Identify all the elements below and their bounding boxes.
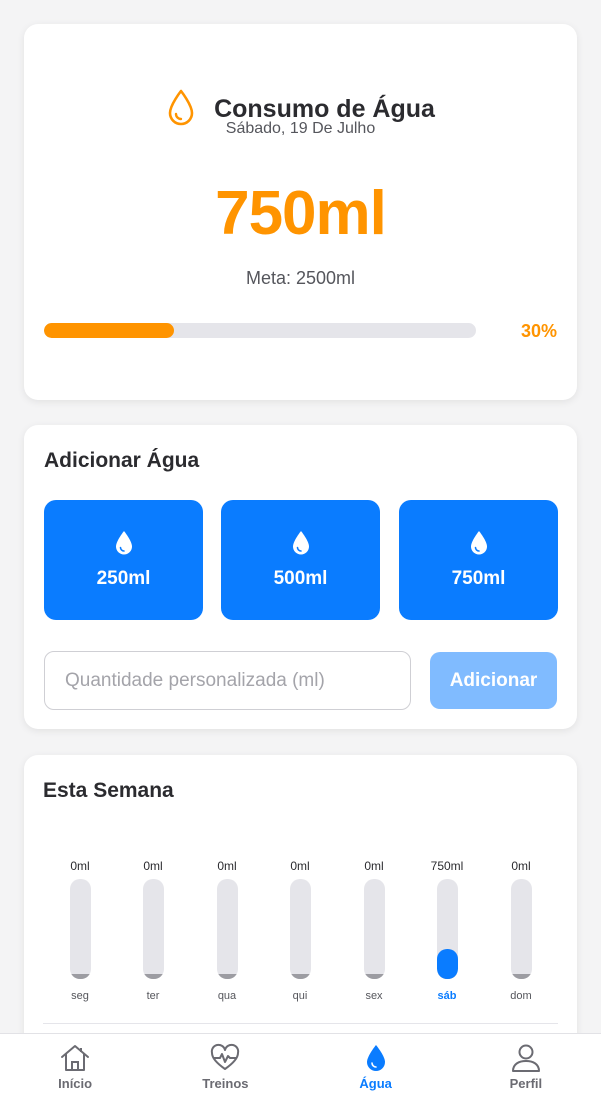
add-button[interactable]: Adicionar — [430, 652, 557, 709]
nav-item-treinos[interactable]: Treinos — [150, 1034, 300, 1093]
nav-item-agua[interactable]: Água — [301, 1034, 451, 1093]
day-value: 0ml — [511, 859, 531, 873]
water-drop-icon — [292, 531, 309, 555]
water-summary-card: Consumo de Água Sábado, 19 De Julho 750m… — [24, 24, 577, 400]
day-column-qua: 0ml qua — [197, 859, 257, 1002]
day-label: sex — [365, 990, 383, 1002]
day-label: seg — [71, 990, 89, 1002]
nav-label: Perfil — [509, 1076, 543, 1091]
day-column-seg: 0ml seg — [50, 859, 110, 1002]
day-bar — [69, 879, 91, 979]
nav-label: Água — [359, 1076, 392, 1091]
day-label: qua — [217, 990, 237, 1002]
day-label: dom — [510, 990, 532, 1002]
quick-add-500-button[interactable]: 500ml — [221, 500, 380, 620]
nav-item-inicio[interactable]: Início — [0, 1034, 150, 1093]
user-icon — [511, 1044, 540, 1072]
day-label: qui — [292, 990, 308, 1002]
day-column-dom: 0ml dom — [491, 859, 551, 1002]
day-bar — [289, 879, 311, 979]
weekly-title: Esta Semana — [43, 779, 174, 802]
day-value: 0ml — [217, 859, 237, 873]
quick-add-750-button[interactable]: 750ml — [399, 500, 558, 620]
home-icon — [61, 1045, 90, 1071]
day-column-sex: 0ml sex — [344, 859, 404, 1002]
quick-add-250-button[interactable]: 250ml — [44, 500, 203, 620]
day-column-qui: 0ml qui — [270, 859, 330, 1002]
water-drop-icon — [115, 531, 132, 555]
heart-pulse-icon — [211, 1043, 240, 1070]
day-value: 0ml — [290, 859, 310, 873]
day-value: 750ml — [430, 859, 464, 873]
day-bar — [510, 879, 532, 979]
day-column-ter: 0ml ter — [123, 859, 183, 1002]
progress-bar-fill — [44, 323, 174, 338]
add-water-title: Adicionar Água — [44, 449, 200, 472]
nav-label: Início — [58, 1076, 93, 1091]
bottom-nav: Início Treinos Água Perfil — [0, 1033, 601, 1093]
quick-add-label: 250ml — [96, 568, 151, 589]
day-bar — [216, 879, 238, 979]
day-bar — [363, 879, 385, 979]
consumed-amount: 750ml — [215, 179, 387, 248]
quick-add-label: 750ml — [451, 568, 506, 589]
progress-percentage: 30% — [520, 321, 557, 341]
progress-bar — [44, 323, 476, 338]
day-column-sab: 750ml sáb — [417, 859, 477, 1002]
divider — [43, 1023, 558, 1024]
weekly-card: Esta Semana 0ml seg 0ml ter 0ml qua 0ml … — [24, 755, 577, 1075]
daily-goal: Meta: 2500ml — [245, 268, 356, 288]
water-drop-icon — [470, 531, 487, 555]
water-drop-icon — [366, 1045, 385, 1071]
day-bar-fill — [436, 949, 458, 979]
summary-date: Sábado, 19 De Julho — [225, 120, 376, 137]
nav-label: Treinos — [202, 1076, 249, 1091]
day-value: 0ml — [70, 859, 90, 873]
day-label: ter — [146, 990, 160, 1002]
day-value: 0ml — [143, 859, 163, 873]
nav-item-perfil[interactable]: Perfil — [451, 1034, 601, 1093]
day-bar — [436, 879, 458, 979]
day-label: sáb — [437, 990, 457, 1002]
custom-amount-input[interactable] — [44, 651, 411, 710]
quick-add-label: 500ml — [273, 568, 328, 589]
day-value: 0ml — [364, 859, 384, 873]
day-bar — [142, 879, 164, 979]
add-water-card: Adicionar Água 250ml 500ml 750ml Adicion… — [24, 425, 577, 729]
